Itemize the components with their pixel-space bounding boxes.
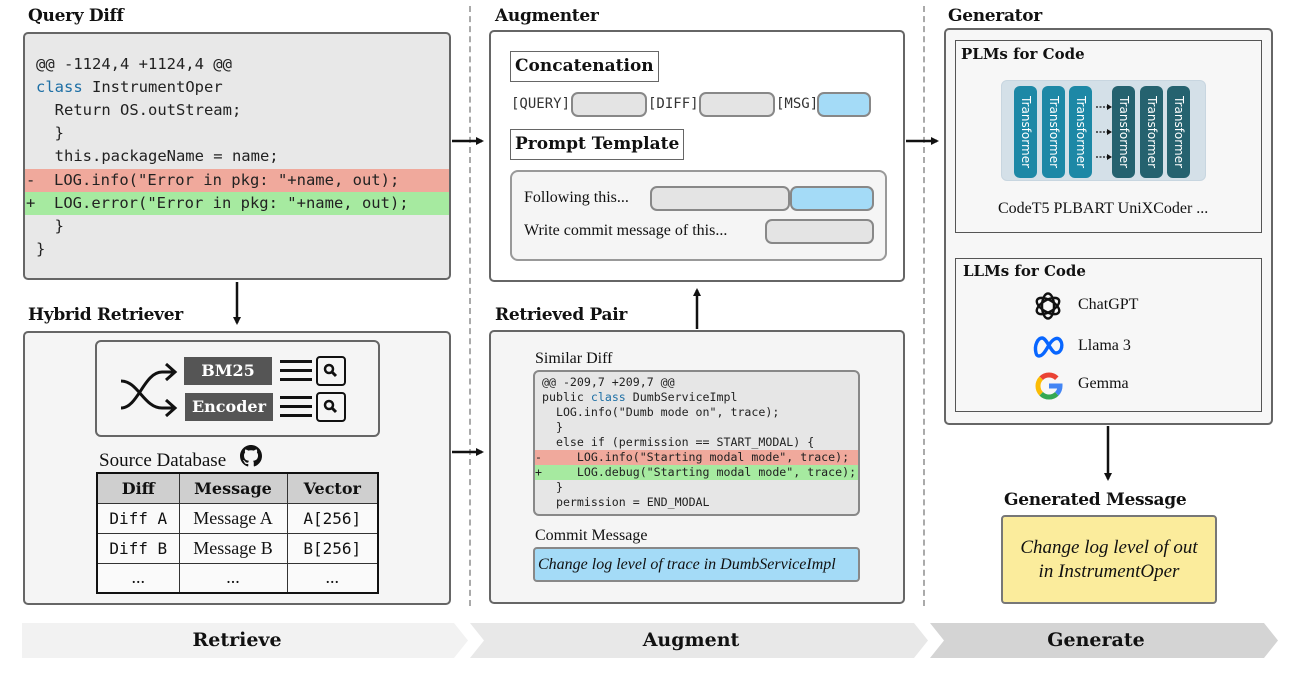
stage-label-generate: Generate	[1047, 629, 1145, 651]
stage-label-retrieve: Retrieve	[192, 629, 282, 651]
flow-arrows	[233, 137, 1112, 481]
stage-label-augment: Augment	[642, 629, 740, 651]
